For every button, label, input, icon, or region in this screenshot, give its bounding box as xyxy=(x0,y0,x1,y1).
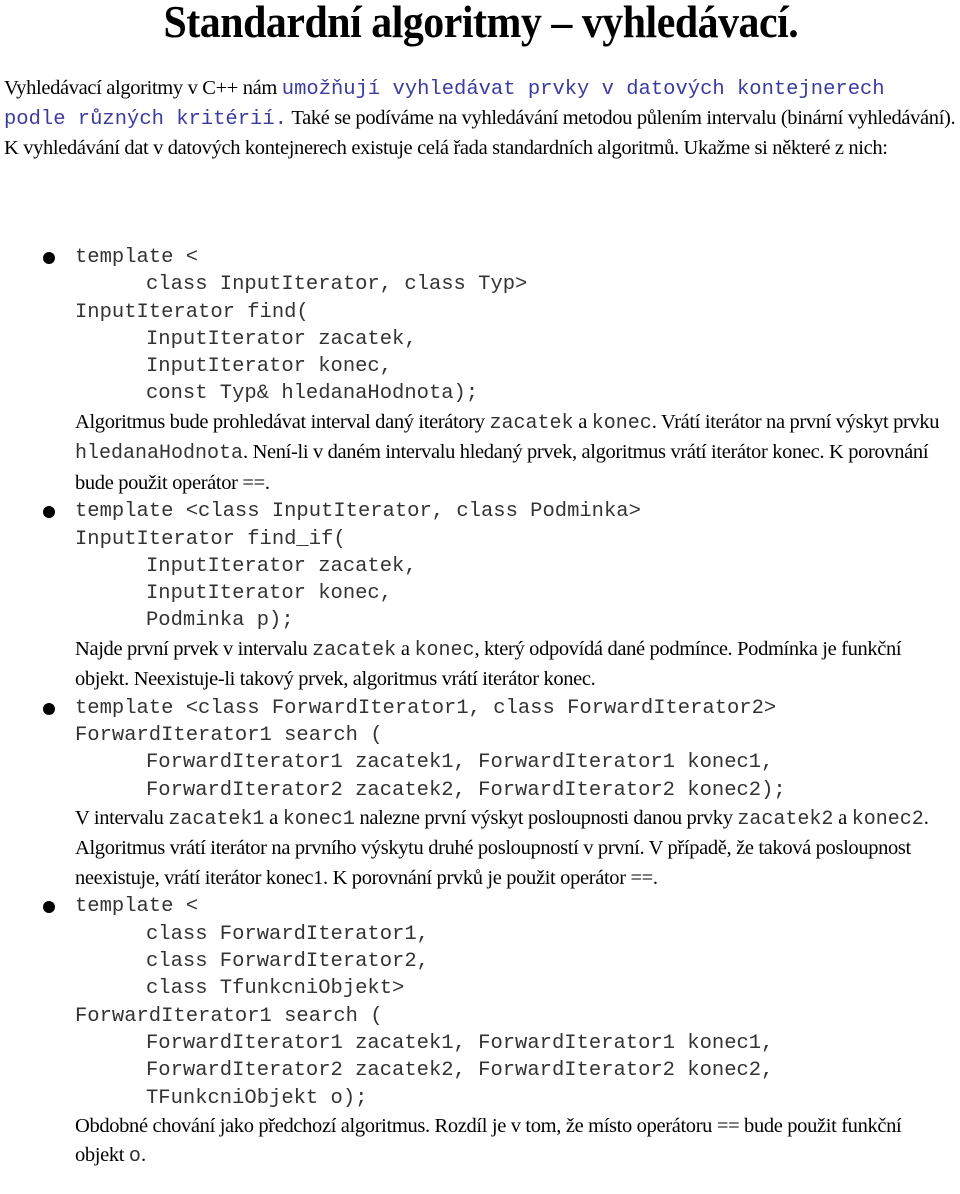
algorithm-description: Najde první prvek v intervalu zacatek a … xyxy=(75,635,955,695)
intro-section: Vyhledávací algoritmy v C++ nám umožňují… xyxy=(4,74,956,163)
intro-paragraph-2: K vyhledávání dat v datových kontejnerec… xyxy=(4,137,888,159)
bullet-icon xyxy=(43,506,55,519)
intro-text: Také se podíváme na vyhledávání metodou … xyxy=(286,107,956,129)
code-line: ForwardIterator1 search ( xyxy=(75,724,383,748)
description-text: Najde první prvek v intervalu xyxy=(75,637,313,660)
algorithm-description: Obdobné chování jako předchozí algoritmu… xyxy=(75,1112,955,1172)
inline-code: o xyxy=(128,1145,141,1169)
description-text: a xyxy=(573,410,592,433)
code-signature: template < class ForwardIterator1, class F… xyxy=(75,893,960,1111)
code-signature: template < class InputIterator, class Typ… xyxy=(75,244,960,408)
code-line: ForwardIterator1 zacatek1, ForwardIterat… xyxy=(146,1031,774,1055)
description-text: nalezne první výskyt posloupnosti danou … xyxy=(354,806,738,829)
inline-code: konec xyxy=(414,638,475,662)
code-line: template < xyxy=(75,246,199,269)
code-line: class InputIterator, class Typ> xyxy=(146,273,528,297)
code-line: InputIterator find_if( xyxy=(75,527,346,551)
code-line: InputIterator find( xyxy=(75,300,309,324)
inline-code: zacatek1 xyxy=(168,807,265,831)
description-text: V intervalu xyxy=(75,806,169,829)
code-line: TFunkcniObjekt o); xyxy=(146,1086,368,1110)
code-line: InputIterator konec, xyxy=(146,355,393,379)
code-line: ForwardIterator2 zacatek2, ForwardIterat… xyxy=(146,778,786,802)
inline-code: hledanaHodnota xyxy=(75,442,244,466)
code-line: template <class InputIterator, class Pod… xyxy=(75,500,641,524)
algorithm-description: Algoritmus bude prohledávat interval dan… xyxy=(75,408,955,499)
code-line: InputIterator konec, xyxy=(146,582,393,606)
code-line: class TfunkcniObjekt> xyxy=(146,977,405,1001)
code-line: const Typ& hledanaHodnota); xyxy=(146,382,479,406)
code-line: Podminka p); xyxy=(146,609,294,633)
intro-paragraph-1: Vyhledávací algoritmy v C++ nám umožňují… xyxy=(4,74,956,134)
code-line: InputIterator zacatek, xyxy=(146,554,417,578)
code-line: ForwardIterator1 zacatek1, ForwardIterat… xyxy=(146,751,774,775)
bullet-icon xyxy=(43,252,55,264)
code-line: class ForwardIterator2, xyxy=(146,950,429,974)
description-text: a xyxy=(264,806,283,829)
intro-text: Vyhledávací algoritmy v C++ nám xyxy=(4,77,282,99)
code-signature: template <class ForwardIterator1, class … xyxy=(75,695,960,804)
algorithm-list: template < class InputIterator, class Typ… xyxy=(0,244,960,1172)
inline-code: zacatek2 xyxy=(737,807,834,831)
algorithm-description: V intervalu zacatek1 a konec1 nalezne pr… xyxy=(75,804,955,894)
code-line: ForwardIterator2 zacatek2, ForwardIterat… xyxy=(146,1059,774,1083)
description-text: Obdobné chování jako předchozí algoritmu… xyxy=(75,1114,902,1167)
inline-code: konec2 xyxy=(851,807,924,831)
code-line: InputIterator zacatek, xyxy=(146,327,417,351)
inline-code: zacatek xyxy=(489,411,574,435)
code-signature: template <class InputIterator, class Pod… xyxy=(75,498,960,634)
bullet-icon xyxy=(43,901,55,914)
description-text: . Vrátí iterátor na první výskyt prvku xyxy=(651,410,940,433)
inline-code: konec xyxy=(591,411,652,435)
description-text: a xyxy=(833,806,852,829)
bullet-icon xyxy=(43,702,55,715)
algorithm-item: template <class InputIterator, class Pod… xyxy=(0,498,960,694)
code-line: template < xyxy=(75,895,199,919)
code-line: class ForwardIterator1, xyxy=(146,922,429,946)
code-line: ForwardIterator1 search ( xyxy=(75,1004,383,1028)
description-text: . xyxy=(140,1144,146,1167)
algorithm-item: template < class InputIterator, class Typ… xyxy=(0,244,960,498)
description-text: a xyxy=(396,637,415,660)
description-text: Algoritmus bude prohledávat interval dan… xyxy=(75,410,490,433)
algorithm-item: template < class ForwardIterator1, class F… xyxy=(0,893,960,1171)
inline-code: zacatek xyxy=(312,638,397,662)
code-line: template <class ForwardIterator1, class … xyxy=(75,696,777,720)
algorithm-item: template <class ForwardIterator1, class … xyxy=(0,695,960,894)
inline-code: konec1 xyxy=(282,807,355,831)
page-title: Standardní algoritmy – vyhledávací. xyxy=(163,0,799,47)
